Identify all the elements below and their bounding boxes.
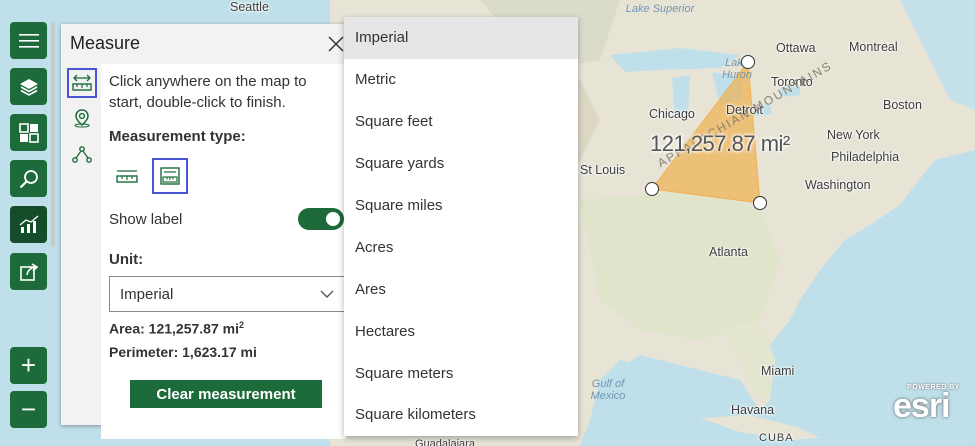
city-label: Ottawa <box>776 41 816 55</box>
clear-measurement-button[interactable]: Clear measurement <box>130 380 322 408</box>
location-tool-tab[interactable] <box>67 103 97 133</box>
elevation-profile-icon <box>72 146 92 163</box>
polygon-vertex[interactable] <box>753 196 767 210</box>
zoom-in-button[interactable]: + <box>10 347 47 384</box>
city-label: Atlanta <box>709 245 748 259</box>
unit-option[interactable]: Hectares <box>344 310 578 352</box>
unit-dropdown-list[interactable]: Imperial Metric Square feet Square yards Squ… <box>344 17 578 436</box>
share-icon <box>19 262 38 281</box>
search-button[interactable] <box>10 160 47 197</box>
show-label-toggle[interactable] <box>298 208 344 230</box>
panel-title: Measure <box>70 33 141 53</box>
esri-logo: esri <box>893 387 951 425</box>
toggle-knob <box>326 212 340 226</box>
unit-option[interactable]: Square kilometers <box>344 394 578 436</box>
hamburger-icon <box>18 33 39 48</box>
elevation-profile-tab[interactable] <box>67 140 97 170</box>
esri-attribution: POWERED BY esri <box>893 384 968 432</box>
city-label: Montreal <box>849 40 898 54</box>
city-label: New York <box>827 128 880 142</box>
unit-option[interactable]: Square feet <box>344 101 578 143</box>
menu-button[interactable] <box>10 22 47 59</box>
unit-option[interactable]: Square meters <box>344 352 578 394</box>
unit-label: Unit: <box>109 251 144 268</box>
analysis-button[interactable] <box>10 206 47 243</box>
area-unit-exponent: 2 <box>238 320 244 330</box>
unit-option[interactable]: Square miles <box>344 185 578 227</box>
basemap-gallery-button[interactable] <box>10 114 47 151</box>
instructions-text: Click anywhere on the map to start, doub… <box>109 73 307 111</box>
zoom-out-button[interactable]: − <box>10 391 47 428</box>
unit-option[interactable]: Imperial <box>344 17 578 59</box>
chart-icon <box>19 214 38 233</box>
city-label: Chicago <box>649 107 695 121</box>
area-type-button[interactable] <box>152 158 188 194</box>
layers-icon <box>19 78 38 96</box>
measure-panel: Measure Click anywhere on the map to sta… <box>61 24 351 439</box>
measure-tool-tab[interactable] <box>67 68 97 98</box>
city-label: Havana <box>731 403 775 417</box>
country-label: CUBA <box>759 432 794 444</box>
unit-select[interactable]: Imperial <box>109 276 345 312</box>
layers-button[interactable] <box>10 68 47 105</box>
water-label: Lake Superior <box>625 3 695 15</box>
distance-ruler-icon <box>116 170 138 183</box>
distance-type-button[interactable] <box>109 158 145 194</box>
measurement-type-label: Measurement type: <box>109 128 246 145</box>
area-ruler-icon <box>160 167 180 185</box>
show-label-text: Show label <box>109 211 183 228</box>
city-label: Philadelphia <box>831 150 900 164</box>
city-label: Guadalajara <box>415 438 475 446</box>
chevron-down-icon <box>320 290 334 298</box>
water-label: Gulf of Mexico <box>590 378 626 402</box>
share-button[interactable] <box>10 253 47 290</box>
city-label: Miami <box>761 364 795 378</box>
polygon-vertex[interactable] <box>645 182 659 196</box>
toolbar-scrollbar[interactable] <box>51 22 55 247</box>
location-pin-icon <box>74 109 90 128</box>
unit-option[interactable]: Ares <box>344 268 578 310</box>
measure-icon <box>72 74 92 91</box>
polygon-area-label: 121,257.87 mi² <box>650 131 790 156</box>
unit-option[interactable]: Metric <box>344 59 578 101</box>
city-label: St Louis <box>580 163 626 177</box>
unit-option[interactable]: Square yards <box>344 143 578 185</box>
area-result: Area: 121,257.87 mi2 <box>109 320 244 337</box>
city-label: Seattle <box>230 0 269 14</box>
city-label: Washington <box>805 178 871 192</box>
polygon-vertex[interactable] <box>741 55 755 69</box>
search-icon <box>19 169 38 188</box>
basemap-gallery-icon <box>18 122 39 143</box>
city-label: Boston <box>883 98 922 112</box>
area-result-text: Area: 121,257.87 mi <box>109 320 239 337</box>
unit-option[interactable]: Acres <box>344 226 578 268</box>
perimeter-result: Perimeter: 1,623.17 mi <box>109 344 257 360</box>
unit-select-value: Imperial <box>120 286 174 303</box>
